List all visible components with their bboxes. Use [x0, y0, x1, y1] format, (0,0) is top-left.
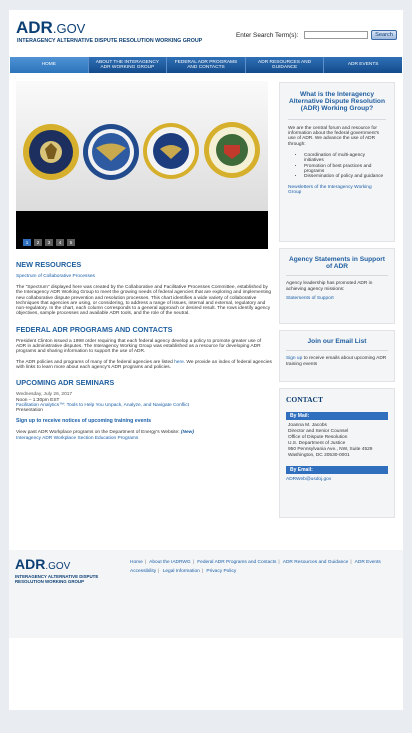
army-seal-icon — [204, 122, 260, 178]
slide-dot[interactable]: 3 — [45, 239, 53, 246]
search-button[interactable]: Search — [371, 30, 397, 40]
statements-box: Agency Statements in Support of ADR Agen… — [279, 248, 395, 324]
footer-link-about[interactable]: About the IADRWG — [149, 560, 191, 565]
past-programs-text: View past ADR Workplace programs on the … — [16, 430, 194, 441]
footer-logo[interactable]: ADR.GOV INTERAGENCY ALTERNATIVE DISPUTE … — [15, 556, 103, 585]
programs-heading: FEDERAL ADR PROGRAMS AND CONTACTS — [16, 324, 173, 334]
newsletters-link[interactable]: Newsletters of the Interagency Working G… — [288, 185, 386, 196]
logo-adr: ADR — [16, 18, 53, 37]
footer-link-home[interactable]: Home — [130, 560, 143, 565]
search-input[interactable] — [304, 31, 368, 39]
footer: ADR.GOV INTERAGENCY ALTERNATIVE DISPUTE … — [9, 550, 403, 638]
footer-link-events[interactable]: ADR Events — [355, 560, 381, 565]
nav-events[interactable]: ADR EVENTS — [324, 57, 402, 73]
email-box: Join our Email List Sign up to receive e… — [279, 330, 395, 382]
contact-box: CONTACT By Mail: Joanna M. Jacobs Direct… — [279, 388, 395, 518]
nav-about[interactable]: ABOUT THE INTERAGENCY ADR WORKING GROUP — [89, 57, 168, 73]
news-heading: NEW RESOURCES — [16, 260, 82, 269]
new-badge: (New) — [180, 430, 194, 436]
seminar-type: Presentation — [16, 408, 43, 414]
contact-email-link[interactable]: ADRWeb@usdoj.gov — [286, 477, 388, 482]
nav-programs[interactable]: FEDERAL ADR PROGRAMS AND CONTACTS — [167, 57, 246, 73]
main-content: NEW RESOURCES Spectrum of Collaborative … — [16, 260, 272, 441]
mail-address: Joanna M. Jacobs Director and Senior Cou… — [288, 423, 373, 458]
footer-links-secondary: Accessibility | Legal Information | Privac… — [130, 569, 237, 574]
agency-list-link[interactable]: here — [174, 360, 184, 365]
news-body: The "Spectrum" displayed here was create… — [16, 285, 272, 317]
slide-dot[interactable]: 5 — [67, 239, 75, 246]
search-label: Enter Search Term(s): — [236, 32, 299, 39]
statements-heading: Agency Statements in Support of ADR — [289, 256, 385, 271]
search-area: Enter Search Term(s): Search — [236, 30, 397, 40]
about-intro: We are the central forum and resource fo… — [288, 125, 380, 147]
image-slider[interactable]: 1 2 3 4 5 — [16, 81, 268, 249]
footer-link-programs[interactable]: Federal ADR Programs and Contacts — [197, 560, 276, 565]
email-signup-link[interactable]: Sign up — [286, 356, 302, 361]
slide-dot[interactable]: 2 — [34, 239, 42, 246]
by-email-label: By Email: — [286, 466, 388, 474]
footer-link-accessibility[interactable]: Accessibility — [130, 569, 156, 574]
programs-body-2: The ADR policies and programs of many of… — [16, 359, 272, 370]
about-list-item: Dissemination of policy and guidance — [304, 174, 386, 179]
signup-notices-link[interactable]: Sign up to receive notices of upcoming t… — [16, 418, 272, 424]
programs-body: President Clinton issued a 1998 order re… — [16, 338, 262, 355]
about-heading: What is the Interagency Alternative Disp… — [289, 91, 385, 113]
by-mail-label: By Mail: — [286, 412, 388, 420]
doj-seal-icon — [23, 124, 79, 180]
spectrum-link[interactable]: Spectrum of Collaborative Processes — [16, 274, 272, 279]
logo-subtitle: INTERAGENCY ALTERNATIVE DISPUTE RESOLUTI… — [17, 38, 203, 44]
slider-pagination: 1 2 3 4 5 — [23, 239, 75, 246]
about-box: What is the Interagency Alternative Disp… — [279, 82, 395, 242]
footer-link-resources[interactable]: ADR Resources and Guidance — [283, 560, 349, 565]
footer-links-primary: Home | About the IADRWG | Federal ADR Prog… — [130, 560, 381, 565]
about-list: Coordination of multi-agency initiatives… — [288, 153, 386, 180]
about-list-item: Promotion of best practices and programs — [304, 164, 386, 175]
email-heading: Join our Email List — [307, 338, 367, 345]
header: ADR.GOV INTERAGENCY ALTERNATIVE DISPUTE … — [9, 10, 403, 56]
usaf-seal-icon — [143, 123, 199, 179]
logo-gov: .GOV — [52, 21, 86, 36]
past-programs-link[interactable]: Interagency ADR Workplace Section Educat… — [16, 436, 138, 441]
page: ADR.GOV INTERAGENCY ALTERNATIVE DISPUTE … — [9, 10, 403, 710]
seminars-heading: UPCOMING ADR SEMINARS — [16, 378, 115, 388]
contact-heading: CONTACT — [286, 395, 323, 404]
footer-link-legal[interactable]: Legal Information — [163, 569, 200, 574]
footer-link-privacy[interactable]: Privacy Policy — [206, 569, 236, 574]
slide-image — [16, 81, 268, 211]
slide-dot[interactable]: 4 — [56, 239, 64, 246]
site-logo[interactable]: ADR.GOV INTERAGENCY ALTERNATIVE DISPUTE … — [16, 18, 202, 44]
footer-logo-subtitle: INTERAGENCY ALTERNATIVE DISPUTE RESOLUTI… — [15, 574, 99, 585]
statements-link[interactable]: Statements of Support — [286, 296, 388, 301]
main-nav: HOME ABOUT THE INTERAGENCY ADR WORKING G… — [10, 57, 402, 73]
email-body: Sign up to receive emails about upcoming… — [286, 356, 387, 367]
nav-home[interactable]: HOME — [10, 57, 89, 73]
slide-dot[interactable]: 1 — [23, 239, 31, 246]
agency-seals-graphic — [23, 122, 260, 180]
about-list-item: Coordination of multi-agency initiatives — [304, 153, 386, 164]
statements-body: Agency leadership has promoted ADR in ac… — [286, 281, 373, 292]
dod-seal-icon — [83, 124, 139, 180]
nav-resources[interactable]: ADR RESOURCES AND GUIDANCE — [246, 57, 325, 73]
